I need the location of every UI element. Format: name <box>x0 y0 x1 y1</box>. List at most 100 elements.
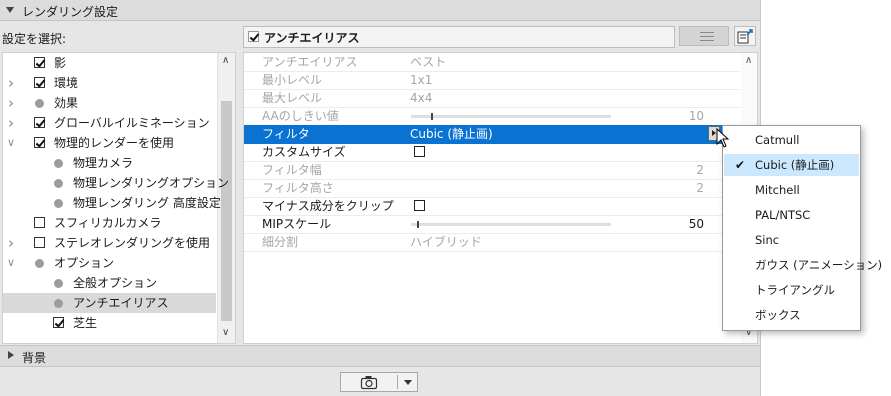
property-row[interactable]: アンチエイリアス ベスト <box>244 53 740 72</box>
property-number[interactable]: 50 <box>689 215 704 233</box>
status-dot-icon <box>35 99 44 108</box>
export-settings-button[interactable] <box>734 26 756 46</box>
scroll-up-icon[interactable]: ∧ <box>745 55 752 66</box>
tree-item[interactable]: › 効果 <box>3 93 216 113</box>
collapse-triangle-icon <box>6 7 14 13</box>
property-row[interactable]: 最小レベル 1x1 <box>244 71 740 90</box>
status-dot-icon <box>54 279 63 288</box>
filter-option-label: トライアングル <box>755 283 836 297</box>
tree-item[interactable]: › グローバルイルミネーション <box>3 113 216 133</box>
tree-item-label: グローバルイルミネーション <box>54 116 210 130</box>
panel-title: レンダリング設定 <box>22 5 119 19</box>
expand-triangle-icon <box>8 351 14 359</box>
property-enable-checkbox[interactable] <box>248 31 259 42</box>
tree-item-label: 影 <box>54 56 67 70</box>
tree-item-checkbox[interactable] <box>34 137 45 148</box>
property-row[interactable]: フィルタ高さ 2 <box>244 179 740 198</box>
property-row[interactable]: フィルタ幅 2 <box>244 161 740 180</box>
filter-option[interactable]: Mitchell <box>724 179 859 201</box>
collapsed-chevron-icon[interactable]: › <box>6 73 16 93</box>
property-checkbox[interactable] <box>414 146 425 157</box>
expanded-chevron-icon[interactable]: ∨ <box>6 133 16 153</box>
property-name: 細分割 <box>262 235 299 249</box>
tree-item[interactable]: アンチエイリアス <box>3 293 216 313</box>
property-name: フィルタ <box>262 127 310 141</box>
collapsed-chevron-icon[interactable]: › <box>6 93 16 113</box>
list-view-button[interactable] <box>679 26 729 46</box>
property-value: 1x1 <box>410 73 433 87</box>
tree-item-label: オプション <box>54 256 115 270</box>
rendering-settings-header[interactable]: レンダリング設定 <box>0 0 760 21</box>
tree-item-checkbox[interactable] <box>34 117 45 128</box>
property-name: マイナス成分をクリップ <box>262 199 394 213</box>
filter-option[interactable]: Catmull <box>724 129 859 151</box>
filter-option[interactable]: Sinc <box>724 229 859 251</box>
property-name: 最小レベル <box>262 73 323 87</box>
filter-option[interactable]: ボックス <box>724 304 859 326</box>
tree-item-checkbox[interactable] <box>34 57 45 68</box>
property-row[interactable]: マイナス成分をクリップ <box>244 197 740 216</box>
filter-option[interactable]: ✔ Cubic (静止画) <box>724 154 859 176</box>
tree-item-checkbox[interactable] <box>34 77 45 88</box>
tree-item[interactable]: ∨ オプション <box>3 253 216 273</box>
tree-item[interactable]: 影 <box>3 53 216 73</box>
filter-option-label: ボックス <box>755 308 801 322</box>
tree-item[interactable]: 物理レンダリングオプション <box>3 173 229 193</box>
status-dot-icon <box>35 259 44 268</box>
tree-item-label: 効果 <box>54 96 79 110</box>
collapsed-chevron-icon[interactable]: › <box>6 233 16 253</box>
tree-item-label: スフィリカルカメラ <box>54 216 162 230</box>
property-number: 2 <box>696 163 704 177</box>
select-settings-label: 設定を選択: <box>2 32 67 46</box>
rendering-settings-panel: レンダリング設定 設定を選択: ∧ ∨ 影 › 環境 › 効果 › グローバルイルミネーショ… <box>0 0 761 396</box>
property-value: ハイブリッド <box>410 235 482 249</box>
property-value: 4x4 <box>410 91 433 105</box>
filter-option-label: Cubic (静止画) <box>755 158 835 172</box>
property-row[interactable]: MIPスケール 50 <box>244 215 740 234</box>
tree-item[interactable]: › 環境 <box>3 73 216 93</box>
render-snapshot-button[interactable] <box>340 372 418 392</box>
tree-item[interactable]: 物理レンダリング 高度設定 <box>3 193 221 213</box>
property-value[interactable]: Cubic (静止画) <box>410 125 493 143</box>
tree-item[interactable]: › ステレオレンダリングを使用 <box>3 233 216 253</box>
property-header: アンチエイリアス <box>243 26 675 48</box>
filter-option[interactable]: ガウス (アニメーション) <box>724 254 882 276</box>
tree-item-checkbox[interactable] <box>34 237 45 248</box>
slider-knob[interactable] <box>417 221 419 228</box>
property-slider[interactable] <box>411 221 611 228</box>
tree-item-label: 芝生 <box>73 316 98 330</box>
property-row[interactable]: カスタムサイズ <box>244 143 740 162</box>
property-checkbox[interactable] <box>414 200 425 211</box>
tree-item[interactable]: スフィリカルカメラ <box>3 213 216 233</box>
property-row[interactable]: 最大レベル 4x4 <box>244 89 740 108</box>
tree-scrollbar-thumb[interactable] <box>221 101 232 321</box>
settings-tree: ∧ ∨ 影 › 環境 › 効果 › グローバルイルミネーション ∨ 物理的レンダーを使用 物理カメ… <box>2 52 236 344</box>
camera-icon <box>360 376 378 390</box>
filter-option[interactable]: トライアングル <box>724 279 859 301</box>
scroll-up-icon[interactable]: ∧ <box>222 55 229 66</box>
tree-item[interactable]: 芝生 <box>3 313 216 333</box>
tree-item-checkbox[interactable] <box>34 217 45 228</box>
property-name: アンチエイリアス <box>262 55 358 69</box>
expanded-chevron-icon[interactable]: ∨ <box>6 253 16 273</box>
snapshot-dropdown-arrow-icon[interactable] <box>404 380 412 385</box>
tree-item[interactable]: 全般オプション <box>3 273 216 293</box>
tree-item-checkbox[interactable] <box>53 317 64 328</box>
filter-option[interactable]: PAL/NTSC <box>724 204 859 226</box>
property-name: フィルタ高さ <box>262 181 334 195</box>
property-title: アンチエイリアス <box>264 31 360 45</box>
export-icon <box>737 29 753 44</box>
tree-item-label: アンチエイリアス <box>73 296 169 310</box>
property-row[interactable]: AAのしきい値 10 <box>244 107 740 126</box>
background-section-header[interactable]: 背景 <box>0 345 760 367</box>
tree-item[interactable]: 物理カメラ <box>3 153 216 173</box>
property-row[interactable]: 細分割 ハイブリッド <box>244 233 740 252</box>
scroll-down-icon[interactable]: ∨ <box>222 327 229 338</box>
tree-item[interactable]: ∨ 物理的レンダーを使用 <box>3 133 216 153</box>
filter-option-label: PAL/NTSC <box>755 208 811 222</box>
property-number: 2 <box>696 181 704 195</box>
filter-dropdown-menu: Catmull ✔ Cubic (静止画) Mitchell PAL/NTSC Sinc ガ… <box>722 125 882 331</box>
property-row[interactable]: フィルタ Cubic (静止画) <box>244 125 740 144</box>
collapsed-chevron-icon[interactable]: › <box>6 113 16 133</box>
background-section-title: 背景 <box>22 351 47 365</box>
